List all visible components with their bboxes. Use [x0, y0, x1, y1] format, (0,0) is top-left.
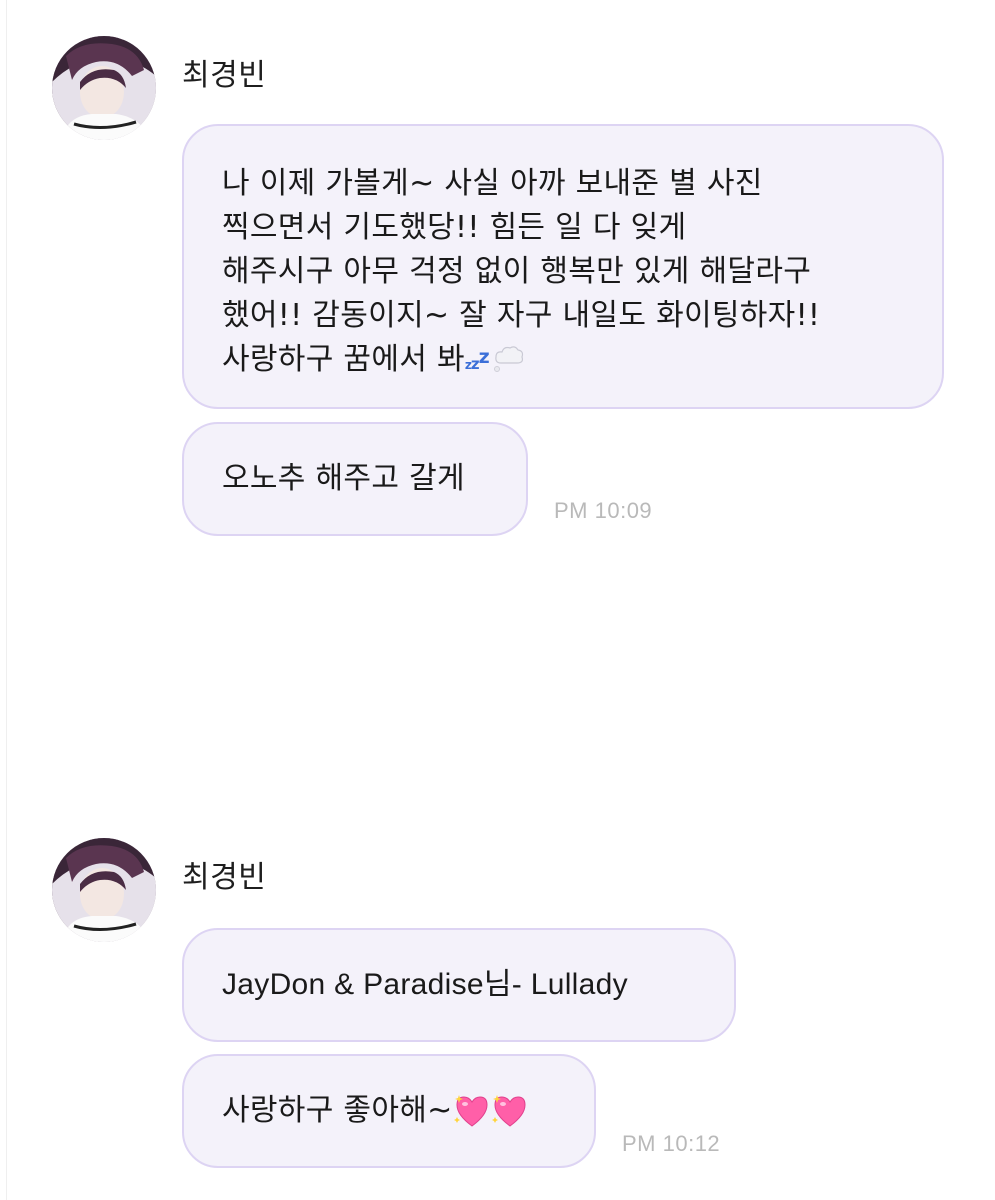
sparkling-heart-icon	[453, 1095, 488, 1127]
message-line-text: 사랑하구 꿈에서 봐	[222, 342, 465, 377]
message-line: 찍으면서 기도했당!! 힘든 일 다 잊게	[222, 210, 687, 245]
message-timestamp: PM 10:09	[554, 498, 653, 523]
sparkling-heart-icon	[491, 1095, 526, 1127]
message-line: 했어!! 감동이지~ 잘 자구 내일도 화이팅하자!!	[222, 298, 821, 333]
message-bubble[interactable]: 오노추 해주고 갈게	[182, 422, 528, 536]
message-line: 나 이제 가볼게~ 사실 아까 보내준 별 사진	[222, 166, 763, 201]
message-line-with-emoji: 사랑하구 꿈에서 봐zzz	[222, 338, 904, 387]
message-bubble[interactable]: 나 이제 가볼게~ 사실 아까 보내준 별 사진 찍으면서 기도했당!! 힘든 …	[182, 124, 944, 409]
sender-avatar[interactable]	[52, 36, 156, 140]
sender-name: 최경빈	[182, 58, 267, 93]
avatar-photo-icon	[52, 838, 156, 942]
zzz-icon: zzz	[464, 346, 490, 373]
message-text: 오노추 해주고 갈게	[222, 461, 465, 496]
sender-name: 최경빈	[182, 860, 267, 895]
sender-avatar[interactable]	[52, 838, 156, 942]
message-timestamp: PM 10:12	[622, 1131, 721, 1156]
message-text: JayDon & Paradise님- Lullady	[222, 968, 628, 1001]
message-text: 사랑하구 좋아해~	[222, 1093, 453, 1128]
message-bubble[interactable]: 사랑하구 좋아해~	[182, 1054, 596, 1168]
thought-bubble-icon	[493, 346, 523, 372]
left-edge-divider	[6, 0, 7, 1200]
avatar-photo-icon	[52, 36, 156, 140]
message-bubble[interactable]: JayDon & Paradise님- Lullady	[182, 928, 736, 1042]
message-line: 해주시구 아무 걱정 없이 행복만 있게 해달라구	[222, 254, 812, 289]
